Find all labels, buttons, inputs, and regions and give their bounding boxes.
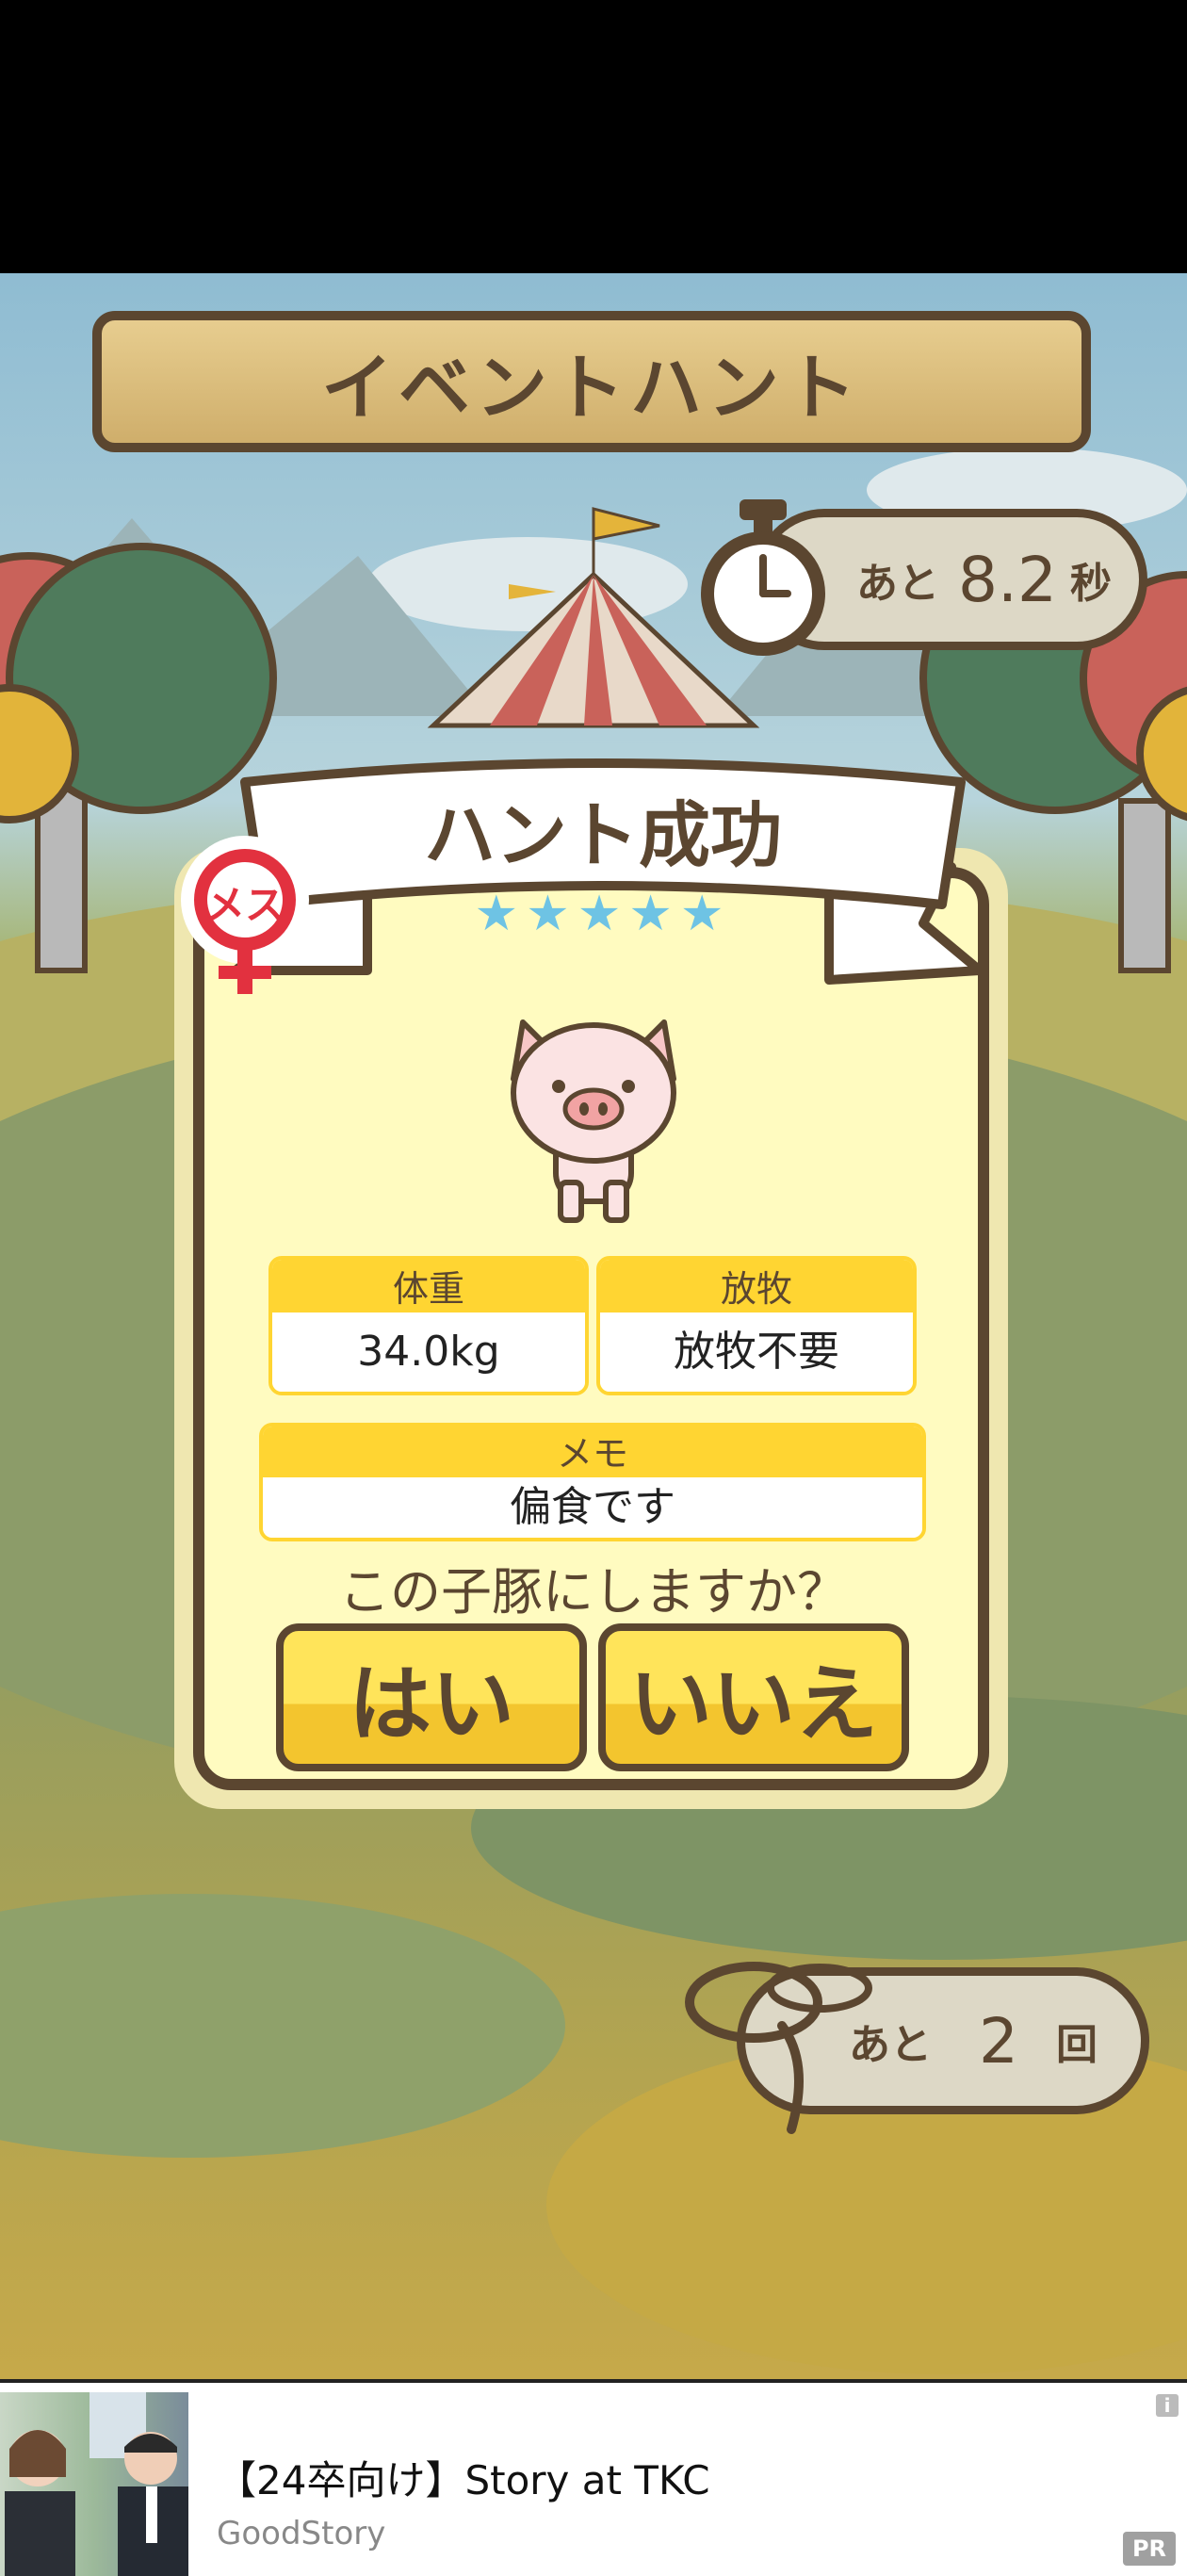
ad-banner[interactable]: 【24卒向け】Story at TKC GoodStory i PR <box>0 2379 1187 2576</box>
page-title: イベントハント <box>321 346 862 430</box>
timer-unit: 秒 <box>1069 560 1112 608</box>
lasso-icon <box>685 1962 872 2134</box>
remaining-unit: 回 <box>1056 2021 1098 2069</box>
weight-field: 体重 34.0kg <box>268 1256 589 1395</box>
pr-badge: PR <box>1123 2532 1176 2566</box>
ground <box>0 1894 565 2158</box>
no-button[interactable]: いいえ <box>598 1623 909 1771</box>
grazing-value: 放牧不要 <box>600 1312 913 1392</box>
ad-info-icon[interactable]: i <box>1156 2394 1179 2417</box>
piglet-illustration <box>511 1019 676 1223</box>
memo-label: メモ <box>263 1427 922 1477</box>
grazing-label: 放牧 <box>600 1260 913 1312</box>
ad-thumbnail <box>0 2392 188 2576</box>
weight-label: 体重 <box>272 1260 585 1312</box>
timer-prefix: あと <box>856 560 939 608</box>
memo-value: 偏食です <box>263 1477 922 1538</box>
result-banner-title: ハント成功 <box>424 793 782 877</box>
ad-title[interactable]: 【24卒向け】Story at TKC <box>217 2449 710 2506</box>
grazing-field: 放牧 放牧不要 <box>596 1256 917 1395</box>
timer-value: 8.2 <box>958 543 1057 616</box>
stopwatch-icon <box>701 499 825 656</box>
weight-value: 34.0kg <box>272 1312 585 1392</box>
tree-trunk <box>1118 798 1171 973</box>
memo-field: メモ 偏食です <box>259 1423 926 1541</box>
header-plate: イベントハント <box>92 311 1091 452</box>
yes-button[interactable]: はい <box>276 1623 587 1771</box>
rarity-stars: ★★★★★ <box>474 886 732 942</box>
remaining-value: 2 <box>979 2004 1018 2078</box>
confirm-question: この子豚にしますか？ <box>339 1562 848 1622</box>
ad-people-image <box>5 2392 188 2576</box>
ad-advertiser: GoodStory <box>217 2515 386 2552</box>
